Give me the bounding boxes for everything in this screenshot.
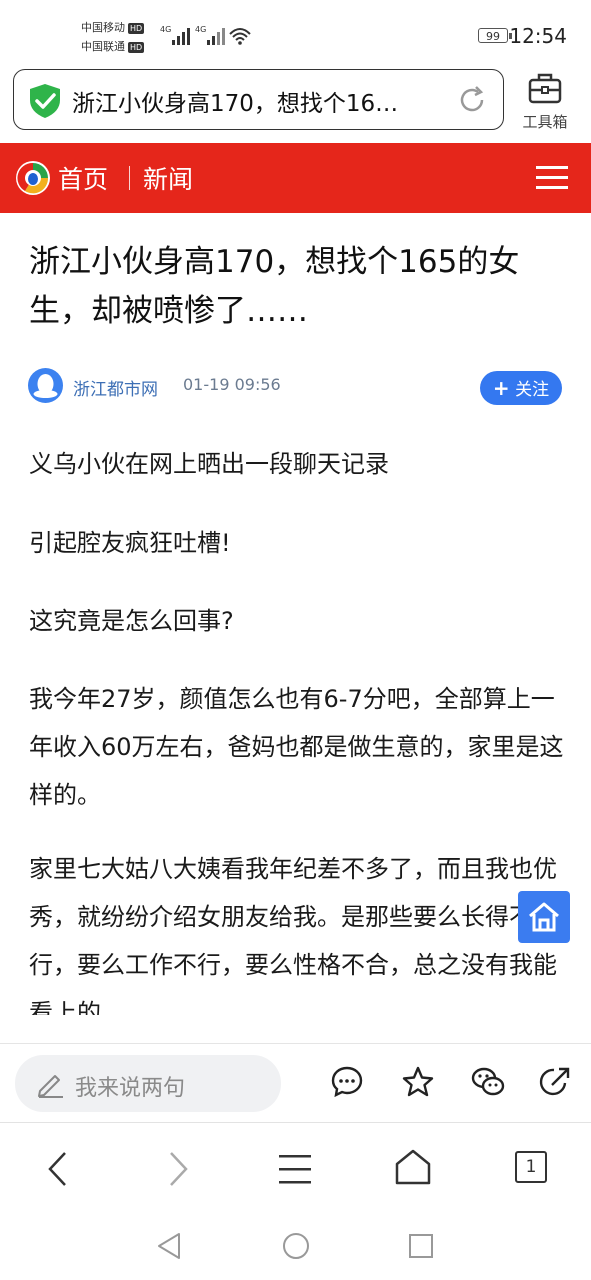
toolbox-icon	[528, 71, 562, 109]
clock: 12:54	[509, 24, 567, 48]
browser-toolbar: 1	[0, 1122, 591, 1211]
status-bar: 中国移动 HD 中国联通 HD 4G 4G 99 12:54	[0, 0, 591, 66]
article-paragraph: 我今年27岁，颜值怎么也有6-7分吧，全部算上一年收入60万左右，爸妈也都是做生…	[29, 685, 564, 809]
nav-news-link[interactable]: 新闻	[143, 160, 193, 196]
battery-indicator: 99	[478, 28, 512, 43]
carrier-1: 中国移动 HD	[81, 21, 145, 34]
news-header: 首页 新闻	[0, 143, 591, 213]
nav-home-icon[interactable]	[282, 1232, 310, 1264]
nav-home-link[interactable]: 首页	[58, 160, 108, 196]
article-title: 浙江小伙身高170，想找个165的女生，却被喷惨了……	[29, 244, 520, 329]
browser-menu-icon[interactable]	[279, 1153, 311, 1189]
author-avatar[interactable]	[28, 368, 63, 403]
share-icon[interactable]	[538, 1065, 572, 1103]
forward-icon[interactable]	[166, 1151, 190, 1191]
pencil-icon	[35, 1069, 65, 1103]
comment-icon[interactable]	[330, 1065, 364, 1103]
url-text[interactable]: 浙江小伙身高170，想找个16…	[72, 84, 432, 118]
tencent-logo[interactable]	[15, 160, 51, 200]
toolbox-label: 工具箱	[522, 113, 568, 131]
plus-icon: +	[492, 376, 510, 400]
nav-recents-icon[interactable]	[408, 1233, 434, 1263]
comment-input[interactable]: 我来说两句	[15, 1055, 281, 1112]
nav-divider	[129, 166, 130, 190]
article-paragraph: 义乌小伙在网上晒出一段聊天记录	[29, 450, 389, 478]
wechat-icon[interactable]	[470, 1065, 506, 1103]
star-icon[interactable]	[401, 1065, 435, 1103]
float-home-button[interactable]	[518, 891, 570, 943]
address-bar[interactable]: 浙江小伙身高170，想找个16…	[13, 69, 504, 130]
browser-home-icon[interactable]	[395, 1148, 431, 1190]
toolbox-button[interactable]: 工具箱	[515, 69, 575, 131]
carrier-2: 中国联通 HD	[81, 40, 145, 53]
shield-icon	[28, 83, 62, 123]
comment-bar: 我来说两句	[0, 1043, 591, 1122]
system-nav-bar	[0, 1210, 591, 1280]
comment-placeholder: 我来说两句	[75, 1076, 186, 1101]
signal-icon: 4G 4G	[160, 22, 252, 52]
article-paragraph: 家里七大姑八大姨看我年纪差不多了，而且我也优秀，就纷纷介绍女朋友给我。是那些要么…	[29, 855, 557, 1015]
back-icon[interactable]	[46, 1151, 70, 1191]
article-paragraph: 引起腔友疯狂吐槽!	[29, 529, 231, 557]
follow-label: 关注	[515, 380, 550, 400]
follow-button[interactable]: + 关注	[480, 371, 562, 405]
nav-back-icon[interactable]	[156, 1232, 182, 1264]
publish-time: 01-19 09:56	[183, 375, 281, 394]
author-name[interactable]: 浙江都市网	[73, 375, 158, 400]
menu-icon[interactable]	[536, 164, 568, 196]
home-icon	[527, 900, 561, 938]
reload-icon[interactable]	[457, 85, 487, 119]
tabs-icon[interactable]: 1	[515, 1151, 547, 1183]
svg-text:4G: 4G	[160, 25, 171, 34]
svg-text:4G: 4G	[195, 25, 206, 34]
article-paragraph: 这究竟是怎么回事?	[29, 607, 234, 635]
